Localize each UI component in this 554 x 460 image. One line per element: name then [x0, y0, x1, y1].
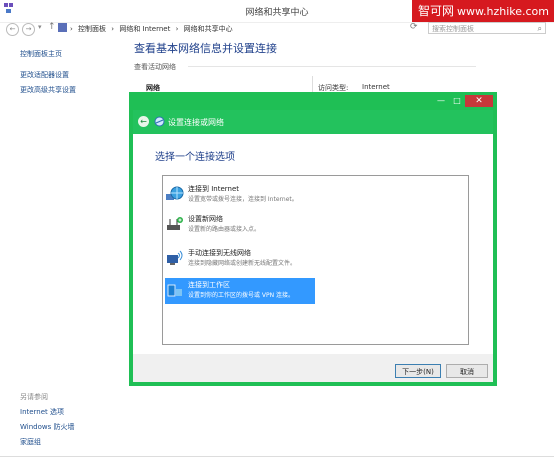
close-icon[interactable]: ✕: [465, 95, 493, 107]
section-label: 查看活动网络: [134, 63, 176, 71]
address-bar: ← → ▾ ↑ › 控制面板 › 网络和 Internet › 网络和共享中心 …: [0, 22, 554, 36]
connection-options-list: 连接到 Internet 设置宽带或拨号连接，连接到 Internet。 设置新…: [162, 175, 469, 345]
section-divider: [188, 66, 476, 67]
sidebar-item-advanced-sharing[interactable]: 更改高级共享设置: [20, 85, 76, 95]
option-desc: 设置宽带或拨号连接，连接到 Internet。: [188, 196, 298, 203]
watermark-url: www.hzhike.com: [457, 5, 550, 18]
breadcrumb: › 控制面板 › 网络和 Internet › 网络和共享中心: [70, 24, 236, 34]
back-arrow-icon[interactable]: ←: [6, 23, 19, 36]
dialog-heading: 选择一个连接选项: [155, 152, 235, 163]
access-type-value: Internet: [362, 83, 390, 91]
breadcrumb-network-internet[interactable]: 网络和 Internet: [119, 25, 170, 33]
globe-network-icon: [166, 186, 184, 200]
option-manual-wireless[interactable]: 手动连接到无线网络 连接到隐藏网络或创建新无线配置文件。: [165, 246, 313, 272]
minimize-icon[interactable]: —: [434, 95, 448, 107]
option-new-network[interactable]: 设置新网络 设置新的路由器或接入点。: [165, 212, 313, 238]
network-wizard-icon: [154, 116, 165, 127]
router-icon: [167, 217, 183, 230]
sidebar-item-firewall[interactable]: Windows 防火墙: [20, 422, 74, 432]
forward-arrow-icon[interactable]: →: [22, 23, 35, 36]
sidebar-item-homegroup[interactable]: 家庭组: [20, 437, 41, 447]
option-title: 设置新网络: [188, 215, 223, 223]
option-connect-workplace[interactable]: 连接到工作区 设置到你的工作区的拨号或 VPN 连接。: [165, 278, 315, 304]
watermark-banner: 智可网 www.hzhike.com: [412, 0, 554, 22]
option-title: 手动连接到无线网络: [188, 249, 251, 257]
option-desc: 设置新的路由器或接入点。: [188, 226, 261, 233]
maximize-icon[interactable]: □: [450, 95, 464, 107]
breadcrumb-sep: ›: [175, 25, 179, 33]
breadcrumb-network-center[interactable]: 网络和共享中心: [184, 25, 233, 33]
sidebar-item-home[interactable]: 控制面板主页: [20, 49, 62, 59]
option-desc: 设置到你的工作区的拨号或 VPN 连接。: [188, 292, 295, 299]
watermark-brand: 智可网: [418, 4, 455, 18]
window-bottom-border: [0, 456, 554, 457]
up-arrow-icon[interactable]: ↑: [48, 22, 56, 32]
breadcrumb-sep: ›: [111, 25, 115, 33]
wireless-computer-icon: [167, 250, 183, 265]
breadcrumb-control-panel[interactable]: 控制面板: [78, 25, 106, 33]
refresh-icon[interactable]: ⟳: [410, 22, 422, 34]
sidebar-item-adapter-settings[interactable]: 更改适配器设置: [20, 70, 69, 80]
chevron-down-icon[interactable]: ▾: [38, 23, 42, 31]
sidebar-item-internet-options[interactable]: Internet 选项: [20, 407, 64, 417]
cancel-button[interactable]: 取消: [446, 364, 488, 378]
search-icon[interactable]: ⌕: [538, 23, 542, 35]
column-divider: [312, 76, 313, 92]
search-placeholder: 搜索控制面板: [432, 25, 474, 33]
breadcrumb-sep: ›: [70, 25, 73, 33]
dialog-back-icon[interactable]: ←: [138, 116, 149, 127]
option-connect-internet[interactable]: 连接到 Internet 设置宽带或拨号连接，连接到 Internet。: [165, 182, 313, 208]
search-input[interactable]: 搜索控制面板 ⌕: [428, 22, 546, 34]
option-title: 连接到 Internet: [188, 185, 240, 193]
control-panel-icon: [58, 23, 67, 32]
see-also-label: 另请参阅: [20, 393, 48, 401]
page-title: 查看基本网络信息并设置连接: [134, 42, 277, 55]
next-button[interactable]: 下一步(N): [395, 364, 441, 378]
workplace-vpn-icon: [167, 284, 182, 297]
option-desc: 连接到隐藏网络或创建新无线配置文件。: [188, 260, 297, 267]
option-title: 连接到工作区: [188, 281, 230, 289]
dialog-title: 设置连接或网络: [168, 118, 224, 127]
